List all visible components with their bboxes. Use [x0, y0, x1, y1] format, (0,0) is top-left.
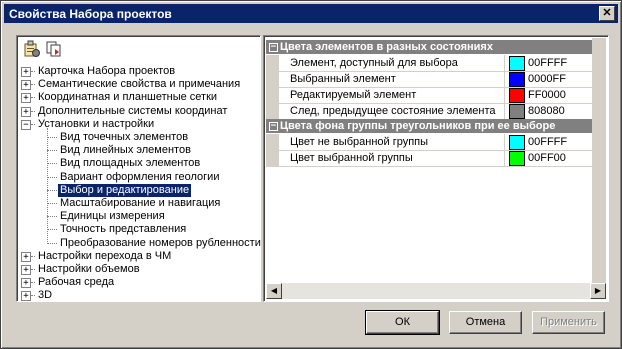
tree-connector	[31, 110, 35, 112]
vertical-scrollbar[interactable]	[592, 38, 606, 283]
category-title: Цвета фона группы треугольников при ее в…	[280, 120, 556, 132]
properties-dialog: Свойства Набора проектов ✕ + Карточка На…	[0, 0, 622, 349]
property-grid-panel: − Цвета элементов в разных состояниях Элем…	[263, 35, 609, 302]
tree-connector	[47, 163, 57, 165]
tree-item-label: Установки и настройки	[38, 117, 155, 130]
tree-connector	[47, 150, 57, 152]
tree-expander[interactable]: +	[21, 291, 31, 302]
row-gutter	[266, 55, 279, 71]
property-name: Цвет выбранной группы	[280, 150, 505, 166]
color-swatch[interactable]	[509, 104, 525, 119]
property-row[interactable]: Редактируемый элемент FF0000	[266, 87, 593, 104]
tree-expander[interactable]: +	[21, 80, 31, 91]
tree-connector	[31, 282, 35, 284]
tree-connector	[47, 189, 57, 191]
tree-item-label: 3D	[38, 289, 53, 302]
tree-expander[interactable]: −	[21, 119, 31, 130]
color-swatch[interactable]	[509, 151, 525, 166]
row-gutter	[266, 134, 279, 150]
tree-item-label: Вариант оформления геологии	[60, 170, 220, 183]
tree-connector	[31, 71, 35, 72]
category-title: Цвета элементов в разных состояниях	[280, 41, 493, 53]
tree-item-label: Точность представления	[60, 223, 187, 236]
tree-item-label: Координатная и планшетные сетки	[38, 91, 218, 104]
property-name: След, предыдущее состояние элемента	[280, 103, 505, 119]
row-gutter	[266, 103, 279, 119]
ok-button[interactable]: ОК	[365, 310, 440, 335]
color-swatch[interactable]	[509, 72, 525, 87]
settings-tree: + Карточка Набора проектов + Семантические …	[21, 65, 261, 302]
tree-connector	[31, 123, 35, 125]
property-category[interactable]: − Цвета фона группы треугольников при ее …	[266, 119, 593, 133]
category-expander[interactable]: −	[269, 43, 278, 52]
color-swatch[interactable]	[509, 56, 525, 71]
row-gutter	[266, 87, 279, 103]
tree-item-label: Вид линейных элементов	[60, 144, 191, 157]
tree-connector	[31, 255, 35, 257]
tree-item-label: Настройки объемов	[38, 263, 140, 275]
property-row[interactable]: Цвет не выбранной группы 00FFFF	[266, 134, 593, 151]
tree-connector	[31, 269, 35, 270]
color-value-text: 00FFFF	[528, 57, 568, 69]
tree-connector	[31, 84, 35, 86]
tree-connector	[47, 216, 57, 218]
property-row[interactable]: Цвет выбранной группы 00FF00	[266, 150, 593, 167]
tree-connector	[47, 176, 57, 178]
row-gutter	[266, 150, 279, 166]
copy-settings-icon[interactable]	[45, 40, 63, 58]
color-value-text: 0000FF	[528, 73, 566, 85]
tree-expander[interactable]: +	[21, 93, 31, 104]
tree-item-label: Настройки перехода в ЧМ	[38, 249, 172, 262]
tree-connector	[31, 97, 35, 99]
tree-item-label: Преобразование номеров рубленности	[60, 236, 261, 249]
property-row[interactable]: Элемент, доступный для выбора 00FFFF	[266, 55, 593, 72]
tree-connector	[47, 137, 57, 138]
tree-expander[interactable]: +	[21, 265, 31, 275]
window-title: Свойства Набора проектов	[9, 7, 172, 21]
tree-connector	[47, 229, 57, 231]
tree-connector	[31, 295, 35, 297]
tree-item-label: Выбор и редактирование	[56, 182, 193, 198]
color-value-text: 00FFFF	[528, 136, 568, 148]
property-name: Цвет не выбранной группы	[280, 134, 505, 150]
apply-button[interactable]: Применить	[532, 311, 605, 334]
tree-item-label: Семантические свойства и примечания	[38, 78, 241, 91]
scroll-left-button[interactable]: ◀	[266, 283, 282, 299]
tree-expander[interactable]: +	[21, 251, 31, 262]
property-row[interactable]: Выбранный элемент 0000FF	[266, 71, 593, 88]
color-value-text: 808080	[528, 105, 565, 117]
property-name: Элемент, доступный для выбора	[280, 55, 505, 71]
tree-item-label: Единицы измерения	[60, 210, 165, 223]
property-grid: − Цвета элементов в разных состояниях Элем…	[266, 38, 593, 286]
settings-tree-panel: + Карточка Набора проектов + Семантические …	[16, 35, 261, 302]
scroll-right-button[interactable]: ▶	[590, 283, 606, 299]
close-button[interactable]: ✕	[599, 6, 615, 21]
tree-connector	[47, 242, 57, 244]
tree-item-label: Масштабирование и навигация	[60, 197, 221, 209]
tree-expander[interactable]: +	[21, 278, 31, 289]
horizontal-scrollbar[interactable]: ◀ ▶	[266, 283, 606, 299]
property-name: Выбранный элемент	[280, 71, 505, 87]
category-expander[interactable]: −	[269, 122, 278, 131]
tree-item-label: Вид площадных элементов	[60, 157, 201, 170]
color-value-text: FF0000	[528, 89, 566, 101]
tree-expander[interactable]: +	[21, 106, 31, 117]
tree-item-label: Карточка Набора проектов	[38, 65, 176, 77]
tree-connector	[47, 203, 57, 204]
tree-item-label: Рабочая среда	[38, 276, 115, 289]
tree-item-label: Дополнительные системы координат	[38, 104, 228, 117]
color-swatch[interactable]	[509, 135, 525, 150]
cancel-button[interactable]: Отмена	[449, 311, 522, 334]
property-category[interactable]: − Цвета элементов в разных состояниях	[266, 40, 593, 54]
title-bar[interactable]: Свойства Набора проектов ✕	[4, 4, 618, 23]
property-row[interactable]: След, предыдущее состояние элемента 80808…	[266, 103, 593, 120]
color-swatch[interactable]	[509, 88, 525, 103]
color-value-text: 00FF00	[528, 152, 566, 164]
tree-connector	[47, 127, 48, 244]
tree-item-label: Вид точечных элементов	[60, 131, 189, 143]
row-gutter	[266, 71, 279, 87]
properties-icon[interactable]	[23, 40, 41, 58]
property-name: Редактируемый элемент	[280, 87, 505, 103]
tree-expander[interactable]: +	[21, 67, 31, 77]
